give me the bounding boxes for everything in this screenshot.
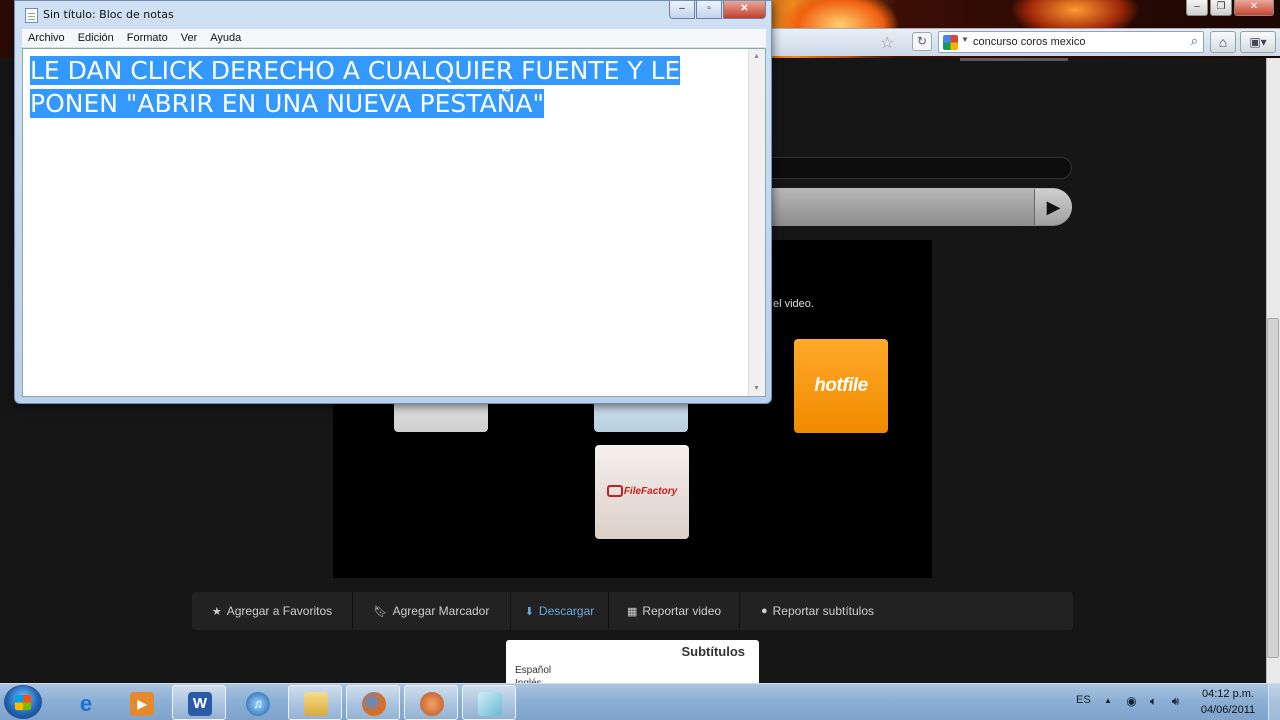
word-icon: W (188, 692, 212, 716)
action-label: Agregar Marcador (392, 604, 490, 618)
scroll-down-icon[interactable]: ▼ (753, 385, 760, 392)
action-label: Descargar (538, 604, 595, 618)
star-icon: ★ (211, 605, 222, 618)
tools-icon[interactable]: ▣▾ (1240, 31, 1276, 53)
taskbar-notepad[interactable] (462, 685, 516, 720)
notepad-app-icon[interactable] (25, 8, 38, 23)
filefactory-logo-icon (606, 485, 623, 498)
text-line-1: LE DAN CLICK DERECHO A CUALQUIER FUENTE … (30, 56, 681, 85)
show-hidden-icons-icon[interactable]: ▲ (1104, 696, 1112, 705)
window-title: Sin título: Bloc de notas (43, 8, 174, 21)
windows-logo-icon (15, 695, 31, 710)
menu-ver[interactable]: Ver (181, 29, 198, 47)
folder-icon (304, 692, 328, 716)
search-input-value: concurso coros mexico (973, 36, 1086, 48)
download-button[interactable]: ⬇ Descargar (511, 592, 609, 630)
reload-icon[interactable]: ↻ (912, 32, 932, 51)
home-icon[interactable]: ⌂ (1210, 31, 1236, 53)
add-bookmark-button[interactable]: 🔖︎ Agregar Marcador (353, 592, 511, 630)
menu-formato[interactable]: Formato (127, 29, 168, 47)
google-icon[interactable] (943, 35, 958, 50)
hotfile-logo-text: hotfile (814, 375, 868, 396)
video-progress-track[interactable] (720, 157, 1072, 179)
internet-explorer-icon: e (79, 691, 93, 716)
taskbar-firefox[interactable] (346, 685, 400, 720)
report-video-button[interactable]: ▦ Reportar video (609, 592, 740, 630)
add-favorites-button[interactable]: ★ Agregar a Favoritos (192, 592, 353, 630)
clock-time[interactable]: 04:12 p.m. (1198, 688, 1258, 700)
search-input[interactable]: ▼ concurso coros mexico ⌕ (938, 31, 1204, 53)
maximize-button[interactable]: ▫ (696, 1, 722, 19)
menu-ayuda[interactable]: Ayuda (210, 29, 241, 47)
comment-icon: ● (760, 605, 768, 617)
taskbar-app-glove[interactable] (404, 685, 458, 720)
show-desktop-button[interactable] (1268, 684, 1280, 720)
bookmark-star-icon[interactable]: ☆ (880, 33, 894, 53)
download-icon: ⬇ (524, 605, 534, 618)
video-action-bar: ★ Agregar a Favoritos 🔖︎ Agregar Marcado… (192, 592, 1073, 630)
taskbar-explorer[interactable] (288, 685, 342, 720)
scroll-up-icon[interactable]: ▲ (753, 53, 760, 60)
taskbar-word[interactable]: W (172, 685, 226, 720)
action-label: Agregar a Favoritos (226, 604, 333, 618)
action-label: Reportar video (642, 604, 722, 618)
start-button[interactable] (4, 685, 42, 719)
page-scrollbar[interactable] (1266, 58, 1280, 683)
subtitle-language-option[interactable]: Español (515, 665, 551, 676)
network-status-icon[interactable]: ◉ (1124, 694, 1139, 709)
glove-app-icon (420, 692, 444, 716)
subtitles-title: Subtítulos (681, 644, 745, 659)
page-divider (960, 58, 1068, 61)
speaker-icon[interactable]: 🔈︎ (1146, 694, 1161, 709)
window-controls: – ▫ ✕ (669, 1, 766, 19)
editor-vertical-scrollbar[interactable]: ▲ ▼ (748, 49, 765, 396)
volume-icon[interactable]: 🔊︎ (1168, 694, 1183, 709)
action-label: Reportar subtítulos (772, 604, 875, 618)
language-indicator[interactable]: ES (1076, 694, 1091, 706)
browser-maximize-button[interactable]: ❐ (1210, 0, 1232, 16)
firefox-icon (362, 692, 386, 716)
browser-minimize-button[interactable]: – (1186, 0, 1208, 16)
browser-close-button[interactable]: ✕ (1234, 0, 1274, 16)
film-icon: ▦ (626, 605, 638, 618)
taskbar-internet-explorer[interactable]: e (58, 685, 112, 720)
minimize-button[interactable]: – (669, 1, 695, 19)
menu-edicion[interactable]: Edición (78, 29, 114, 47)
filefactory-logo-text: FileFactory (623, 486, 678, 497)
search-icon[interactable]: ⌕ (1191, 33, 1198, 49)
taskbar-media-player[interactable]: ▶ (114, 685, 168, 720)
notepad-icon (478, 692, 502, 716)
filefactory-tile[interactable]: FileFactory (595, 445, 689, 539)
play-button[interactable]: ▶ (1034, 189, 1072, 225)
bookmark-icon: 🔖︎ (373, 605, 388, 618)
notepad-window: Sin título: Bloc de notas – ▫ ✕ Archivo … (14, 0, 772, 404)
page-scroll-thumb[interactable] (1267, 318, 1279, 658)
taskbar-itunes[interactable]: ♫ (230, 685, 284, 720)
clock-date[interactable]: 04/06/2011 (1198, 704, 1258, 716)
notepad-titlebar[interactable]: Sin título: Bloc de notas – ▫ ✕ (15, 1, 771, 28)
close-button[interactable]: ✕ (723, 1, 766, 19)
menu-bar: Archivo Edición Formato Ver Ayuda (22, 29, 766, 48)
video-seek-bar[interactable] (720, 188, 1072, 226)
itunes-icon: ♫ (246, 692, 270, 716)
taskbar: e ▶ W ♫ ES ▲ ◉ 🔈︎ 🔊︎ 04:12 p.m. 04/06/20… (0, 683, 1280, 720)
browser-window-controls: – ❐ ✕ (1186, 0, 1274, 16)
menu-archivo[interactable]: Archivo (28, 29, 65, 47)
subtitles-box: Subtítulos Español Inglés (506, 640, 759, 689)
panel-instructions: el video. (773, 298, 814, 310)
text-line-2: PONEN "ABRIR EN UNA NUEVA PESTAÑA" (30, 89, 545, 118)
text-editor[interactable]: LE DAN CLICK DERECHO A CUALQUIER FUENTE … (22, 48, 766, 397)
selected-text[interactable]: LE DAN CLICK DERECHO A CUALQUIER FUENTE … (30, 54, 750, 120)
media-player-icon: ▶ (130, 692, 154, 716)
hotfile-tile[interactable]: hotfile (794, 339, 888, 433)
search-engine-dropdown-icon[interactable]: ▼ (961, 35, 969, 44)
report-subtitles-button[interactable]: ● Reportar subtítulos (740, 592, 895, 630)
